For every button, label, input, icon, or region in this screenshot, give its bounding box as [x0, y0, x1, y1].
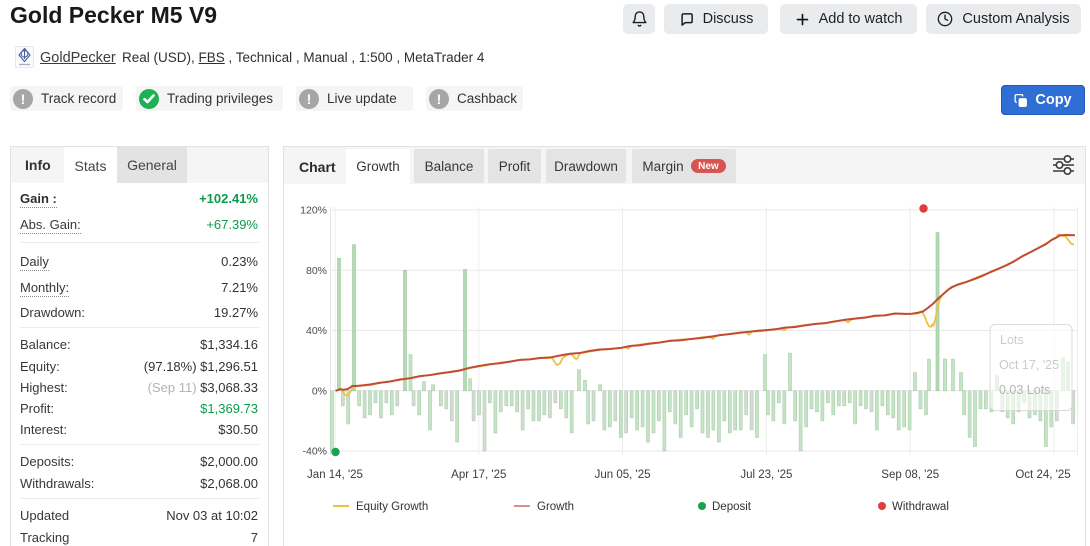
svg-text:Deposit: Deposit: [712, 501, 752, 513]
svg-text:Equity Growth: Equity Growth: [356, 501, 428, 513]
svg-text:Lots: Lots: [1000, 333, 1024, 347]
svg-text:Withdrawal: Withdrawal: [892, 501, 949, 513]
svg-text:Jan 14, '25: Jan 14, '25: [307, 469, 363, 481]
svg-text:Oct 17, '25: Oct 17, '25: [999, 358, 1059, 372]
svg-text:Jun 05, '25: Jun 05, '25: [595, 469, 651, 481]
svg-text:Jul 23, '25: Jul 23, '25: [740, 469, 792, 481]
svg-text:Apr 17, '25: Apr 17, '25: [451, 469, 506, 481]
svg-text:0%: 0%: [312, 385, 327, 397]
svg-text:120%: 120%: [300, 205, 327, 217]
svg-text:Sep 08, '25: Sep 08, '25: [881, 469, 939, 481]
svg-text:0.03 Lots: 0.03 Lots: [999, 383, 1050, 397]
svg-text:Growth: Growth: [537, 501, 574, 513]
svg-text:-40%: -40%: [302, 446, 327, 458]
svg-text:80%: 80%: [306, 265, 327, 277]
svg-text:Oct 24, '25: Oct 24, '25: [1015, 469, 1070, 481]
svg-text:40%: 40%: [306, 325, 327, 337]
